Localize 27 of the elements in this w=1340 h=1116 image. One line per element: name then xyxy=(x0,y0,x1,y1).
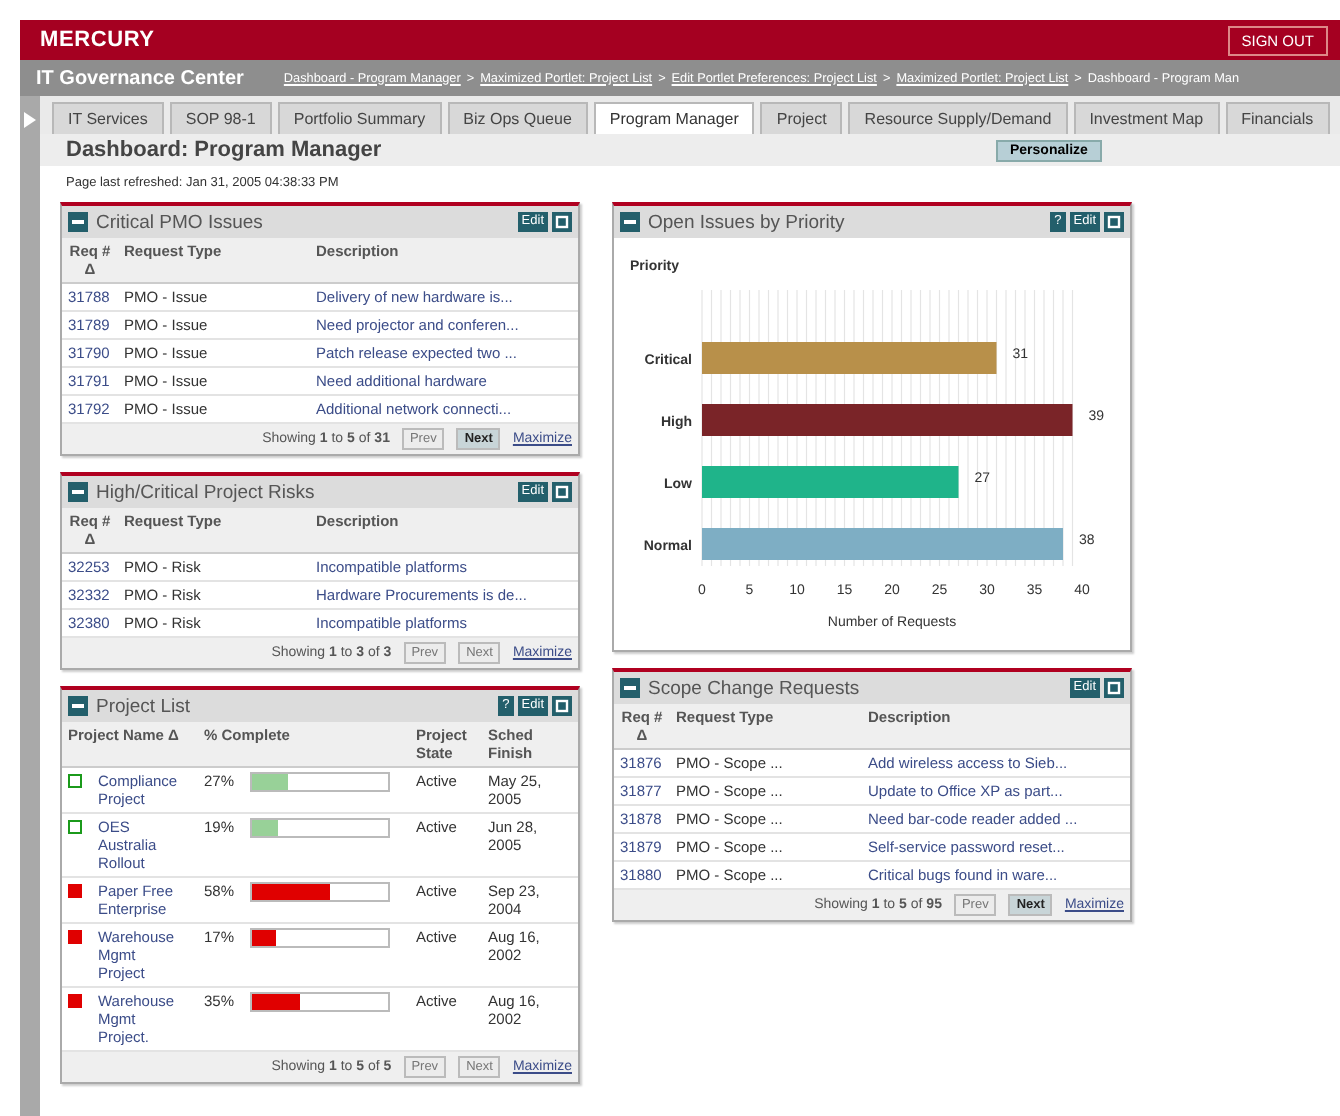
maximize-icon[interactable] xyxy=(1104,678,1124,698)
collapse-icon[interactable] xyxy=(68,696,88,716)
tab[interactable]: Portfolio Summary xyxy=(277,102,442,134)
portlet-title: Open Issues by Priority xyxy=(648,211,847,233)
tab[interactable]: Program Manager xyxy=(593,102,755,134)
page-title: Dashboard: Program Manager xyxy=(66,138,384,162)
tab[interactable]: SOP 98-1 xyxy=(169,102,272,134)
tab[interactable]: Resource Supply/Demand xyxy=(848,102,1068,134)
maximize-icon[interactable] xyxy=(1104,212,1124,232)
collapse-icon[interactable] xyxy=(68,482,88,502)
portlet-title: Project List xyxy=(96,695,192,717)
tab[interactable]: IT Services xyxy=(52,102,164,134)
maximize-icon[interactable] xyxy=(552,696,572,716)
maximize-icon[interactable] xyxy=(552,212,572,232)
collapse-icon[interactable] xyxy=(68,212,88,232)
collapse-icon[interactable] xyxy=(620,678,640,698)
portlet-title: Critical PMO Issues xyxy=(96,211,265,233)
portlet-title: High/Critical Project Risks xyxy=(96,481,317,503)
tab[interactable]: Biz Ops Queue xyxy=(447,102,588,134)
maximize-icon[interactable] xyxy=(552,482,572,502)
tab[interactable]: Investment Map xyxy=(1073,102,1220,134)
logo: MERCURY xyxy=(40,28,155,52)
app-title: IT Governance Center xyxy=(36,67,244,89)
tab[interactable]: Financials xyxy=(1225,102,1330,134)
portlet-title: Scope Change Requests xyxy=(648,677,862,699)
collapse-icon[interactable] xyxy=(620,212,640,232)
tab[interactable]: Project xyxy=(760,102,843,134)
